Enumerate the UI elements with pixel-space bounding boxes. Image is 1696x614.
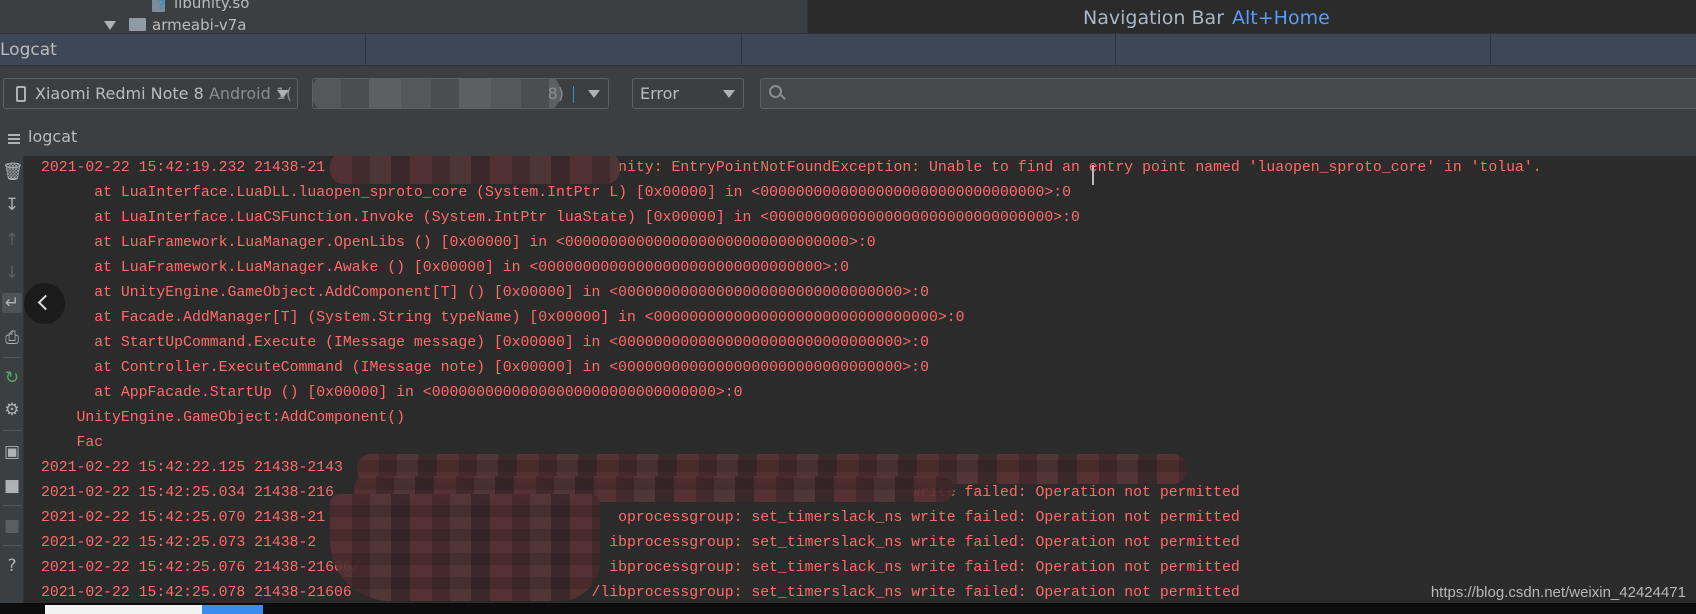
search-icon-handle: [780, 94, 786, 100]
tree-item-armeabi[interactable]: armeabi-v7a: [152, 16, 246, 33]
restart-icon[interactable]: ↻: [2, 368, 22, 388]
log-text: 2021-02-22 15:42:22.125 21438-2143: [41, 460, 343, 476]
log-row: 2021-02-22 15:42:19.232 21438-21 nity: En…: [41, 156, 1691, 181]
device-name: Xiaomi Redmi Note 8: [35, 84, 204, 103]
tab-label: logcat: [28, 127, 78, 146]
chevron-down-icon: [723, 90, 735, 98]
back-button[interactable]: [24, 283, 65, 324]
navigation-bar-hint: Navigation Bar Alt+Home: [1083, 7, 1330, 29]
phone-icon: [16, 86, 26, 102]
chevron-left-icon: [37, 294, 54, 311]
log-row: at Controller.ExecuteCommand (IMessage n…: [41, 356, 1691, 381]
log-text: 2021-02-22 15:42:25.073 21438-2: [41, 535, 317, 551]
log-text: at Facade.AddManager[T] (System.String t…: [94, 310, 965, 326]
scrollbar-track[interactable]: [45, 605, 202, 614]
log-row: at LuaInterface.LuaCSFunction.Invoke (Sy…: [41, 206, 1691, 231]
log-row: at LuaFramework.LuaManager.Awake () [0x0…: [41, 256, 1691, 281]
log-text-tail: nity: EntryPointNotFoundException: Unabl…: [618, 160, 1542, 176]
chevron-down-icon: [277, 90, 289, 98]
log-text-tail: ibprocessgroup: set_timerslack_ns write …: [609, 560, 1240, 576]
log-text: at StartUpCommand.Execute (IMessage mess…: [94, 335, 929, 351]
divider: [741, 34, 742, 67]
log-text: 2021-02-22 15:42:25.078 21438-21606: [41, 585, 352, 601]
stop-icon[interactable]: ■: [2, 516, 22, 536]
log-row: at UnityEngine.GameObject.AddComponent[T…: [41, 281, 1691, 306]
logcat-side-toolbar: 🗑 ↧ ↑ ↓ ↵ ⎙ ↻ ⚙ ▣ ■ ■ ?: [0, 156, 24, 603]
log-row: at LuaInterface.LuaDLL.luaopen_sproto_co…: [41, 181, 1691, 206]
tree-item-libunity[interactable]: libunity.so: [174, 0, 249, 12]
bottom-bar: [0, 603, 1696, 614]
divider: [3, 545, 21, 546]
arrow-down-icon[interactable]: ↓: [2, 263, 22, 283]
divider: [1115, 34, 1116, 67]
logcat-toolbar: Xiaomi Redmi Note 8 Android 1( 8) Error …: [0, 66, 1696, 156]
soft-wrap-icon[interactable]: ↵: [2, 293, 22, 313]
redacted-area: [330, 156, 620, 184]
divider: [1490, 34, 1491, 67]
log-text-tail: oprocessgroup: set_timerslack_ns write f…: [618, 510, 1240, 526]
log-row: at LuaFramework.LuaManager.OpenLibs () […: [41, 231, 1691, 256]
chevron-down-icon: [588, 90, 600, 98]
arrow-up-icon[interactable]: ↑: [2, 230, 22, 250]
gear-icon[interactable]: ⚙: [2, 400, 22, 420]
log-text: at LuaInterface.LuaDLL.luaopen_sproto_co…: [94, 185, 1072, 201]
log-text: 2021-02-22 15:42:25.034 21438-216: [41, 485, 335, 501]
divider: [3, 357, 21, 358]
log-row: at Facade.AddManager[T] (System.String t…: [41, 306, 1691, 331]
log-row: Fac: [41, 431, 1691, 456]
log-text: Fac: [76, 435, 104, 451]
redacted-area: [313, 79, 561, 108]
print-icon[interactable]: ⎙: [2, 328, 22, 348]
log-row: at AppFacade.StartUp () [0x00000] in <00…: [41, 381, 1691, 406]
log-text: at LuaInterface.LuaCSFunction.Invoke (Sy…: [94, 210, 1080, 226]
process-dropdown[interactable]: 8): [312, 78, 609, 109]
redacted-area: [330, 494, 600, 601]
log-text: 2021-02-22 15:42:25.076 21438-21606/: [41, 560, 361, 576]
tab-logcat[interactable]: logcat: [0, 123, 200, 153]
expand-arrow-icon[interactable]: [104, 21, 116, 30]
divider: [3, 430, 21, 431]
log-text: at Controller.ExecuteCommand (IMessage n…: [94, 360, 929, 376]
log-text: at AppFacade.StartUp () [0x00000] in <00…: [94, 385, 743, 401]
hint-shortcut: Alt+Home: [1232, 7, 1330, 29]
log-row: UnityEngine.GameObject:AddComponent(): [41, 406, 1691, 431]
process-label: 8): [547, 84, 564, 103]
log-row: 2021-02-22 15:42:25.070 21438-21 oprocess…: [41, 506, 1691, 531]
divider: [3, 505, 21, 506]
log-text: UnityEngine.GameObject:AddComponent(): [76, 410, 406, 426]
search-input[interactable]: [760, 78, 1696, 109]
trash-icon[interactable]: 🗑: [2, 162, 24, 182]
log-row: at StartUpCommand.Execute (IMessage mess…: [41, 331, 1691, 356]
log-output[interactable]: 2021-02-22 15:42:19.232 21438-21 nity: En…: [24, 156, 1696, 603]
log-text: at LuaFramework.LuaManager.Awake () [0x0…: [94, 260, 850, 276]
watermark: https://blog.csdn.net/weixin_42424471: [1430, 584, 1686, 601]
log-text: 2021-02-22 15:42:25.070 21438-21: [41, 510, 326, 526]
log-text: at LuaFramework.LuaManager.OpenLibs () […: [94, 235, 876, 251]
log-text-tail: ibprocessgroup: set_timerslack_ns write …: [609, 535, 1240, 551]
divider: [365, 34, 366, 67]
log-row: 2021-02-22 15:42:25.076 21438-21606/ibpr…: [41, 556, 1691, 581]
panel-title: Logcat: [0, 40, 57, 60]
device-dropdown[interactable]: Xiaomi Redmi Note 8 Android 1(: [3, 78, 298, 109]
scrollbar-thumb[interactable]: [202, 605, 263, 614]
log-text-tail: write failed: Operation not permitted: [911, 485, 1240, 501]
log-text-tail: /libprocessgroup: set_timerslack_ns writ…: [591, 585, 1240, 601]
scroll-to-end-icon[interactable]: ↧: [2, 195, 22, 215]
log-level-value: Error: [640, 84, 679, 103]
log-text: 2021-02-22 15:42:19.232 21438-21: [41, 160, 326, 176]
unknown-file-icon: ?: [152, 0, 166, 13]
project-tree: ? libunity.so armeabi-v7a: [0, 0, 807, 33]
log-text: at UnityEngine.GameObject.AddComponent[T…: [94, 285, 929, 301]
video-icon[interactable]: ■: [2, 476, 22, 496]
text-caret: [573, 86, 574, 103]
folder-icon: [129, 18, 146, 31]
camera-icon[interactable]: ▣: [2, 442, 22, 462]
text-cursor: [1092, 165, 1094, 185]
tool-window-header: Logcat: [0, 33, 1696, 67]
help-icon[interactable]: ?: [2, 556, 22, 576]
log-row: 2021-02-22 15:42:25.073 21438-2 ibprocess…: [41, 531, 1691, 556]
log-level-dropdown[interactable]: Error: [632, 78, 744, 109]
list-icon: [8, 134, 20, 136]
hint-label: Navigation Bar: [1083, 7, 1225, 29]
